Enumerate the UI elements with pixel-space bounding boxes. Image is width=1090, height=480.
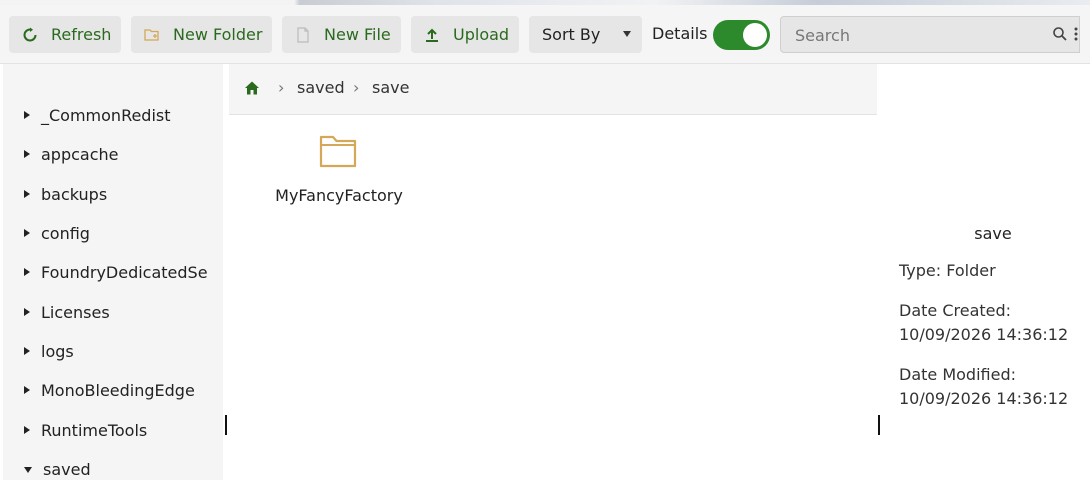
details-pane: save Type: Folder Date Created: 10/09/20… (883, 64, 1090, 480)
upload-label: Upload (453, 25, 510, 44)
tree-item-label: logs (41, 341, 74, 361)
more-options-icon[interactable] (1073, 26, 1079, 46)
tree-item-label: backups (41, 184, 108, 204)
breadcrumb-item-saved[interactable]: saved (297, 78, 345, 97)
new-file-icon (294, 26, 312, 44)
tree-item-logs[interactable]: logs (3, 339, 223, 363)
search-input[interactable] (795, 24, 1045, 46)
chevron-down-icon (623, 31, 631, 37)
folder-tree: _CommonRedist appcache backups config Fo… (3, 64, 223, 480)
sort-by-dropdown[interactable]: Sort By (529, 16, 642, 53)
toolbar: Refresh New Folder New File Upload Sort … (0, 5, 1090, 64)
details-toggle[interactable] (713, 20, 770, 50)
expand-arrow-icon[interactable] (24, 268, 30, 276)
tree-item-label: appcache (41, 144, 119, 164)
folder-item[interactable]: MyFancyFactory (259, 134, 419, 214)
home-icon[interactable] (244, 80, 260, 100)
new-file-label: New File (324, 25, 391, 44)
file-list-pane: › saved › save MyFancyFactory (229, 64, 877, 480)
sort-by-label: Sort By (542, 25, 601, 44)
expand-arrow-icon[interactable] (24, 190, 30, 198)
expand-arrow-icon[interactable] (24, 308, 30, 316)
breadcrumb-separator: › (353, 78, 360, 97)
details-modified-value: 10/09/2026 14:36:12 (899, 389, 1069, 408)
tree-item-runtimetools[interactable]: RuntimeTools (3, 418, 223, 442)
tree-item-config[interactable]: config (3, 221, 223, 245)
refresh-icon (21, 26, 39, 44)
tree-item-label: saved (43, 459, 91, 479)
expand-arrow-icon[interactable] (24, 426, 30, 434)
tree-item-foundrydedicatedserver[interactable]: FoundryDedicatedServer (3, 260, 207, 284)
new-folder-label: New Folder (173, 25, 263, 44)
new-file-button[interactable]: New File (282, 16, 401, 53)
expand-arrow-icon[interactable] (24, 150, 30, 158)
tree-item-appcache[interactable]: appcache (3, 142, 223, 166)
left-pane-resize-handle[interactable] (225, 415, 227, 435)
details-created-label: Date Created: (899, 301, 1012, 320)
upload-button[interactable]: Upload (411, 16, 519, 53)
tree-item-label: config (41, 223, 90, 243)
details-toggle-label: Details (652, 24, 708, 43)
expand-arrow-icon[interactable] (24, 111, 30, 119)
tree-item-label: Licenses (41, 302, 110, 322)
toggle-knob (743, 23, 767, 47)
breadcrumb: › saved › save (229, 64, 877, 115)
expand-arrow-icon[interactable] (24, 347, 30, 355)
tree-item-licenses[interactable]: Licenses (3, 300, 223, 324)
new-folder-icon (143, 26, 161, 44)
expand-arrow-icon[interactable] (24, 229, 30, 237)
details-type: Type: Folder (899, 261, 996, 280)
tree-item-backups[interactable]: backups (3, 182, 223, 206)
refresh-label: Refresh (51, 25, 112, 44)
right-pane-resize-handle[interactable] (878, 415, 880, 435)
folder-icon (319, 134, 357, 172)
refresh-button[interactable]: Refresh (9, 16, 121, 53)
breadcrumb-item-save[interactable]: save (372, 78, 409, 97)
tree-item-label: RuntimeTools (41, 420, 148, 440)
tree-item-label: MonoBleedingEdge (41, 380, 195, 400)
tree-item-commonredist[interactable]: _CommonRedist (3, 103, 223, 127)
breadcrumb-separator: › (278, 78, 285, 97)
expand-arrow-icon[interactable] (24, 386, 30, 394)
tree-item-saved[interactable]: saved (3, 457, 223, 480)
collapse-arrow-icon[interactable] (24, 467, 32, 473)
details-modified-label: Date Modified: (899, 365, 1016, 384)
folder-item-name: MyFancyFactory (275, 186, 403, 205)
tree-item-label: _CommonRedist (41, 105, 171, 125)
details-created-value: 10/09/2026 14:36:12 (899, 325, 1069, 344)
new-folder-button[interactable]: New Folder (131, 16, 272, 53)
upload-icon (423, 26, 441, 44)
search-icon[interactable] (1052, 26, 1068, 46)
details-name: save (974, 224, 1012, 243)
search-box (780, 16, 1080, 53)
tree-item-label: FoundryDedicatedServer (41, 262, 207, 282)
tree-item-monobleedingedge[interactable]: MonoBleedingEdge (3, 378, 223, 402)
